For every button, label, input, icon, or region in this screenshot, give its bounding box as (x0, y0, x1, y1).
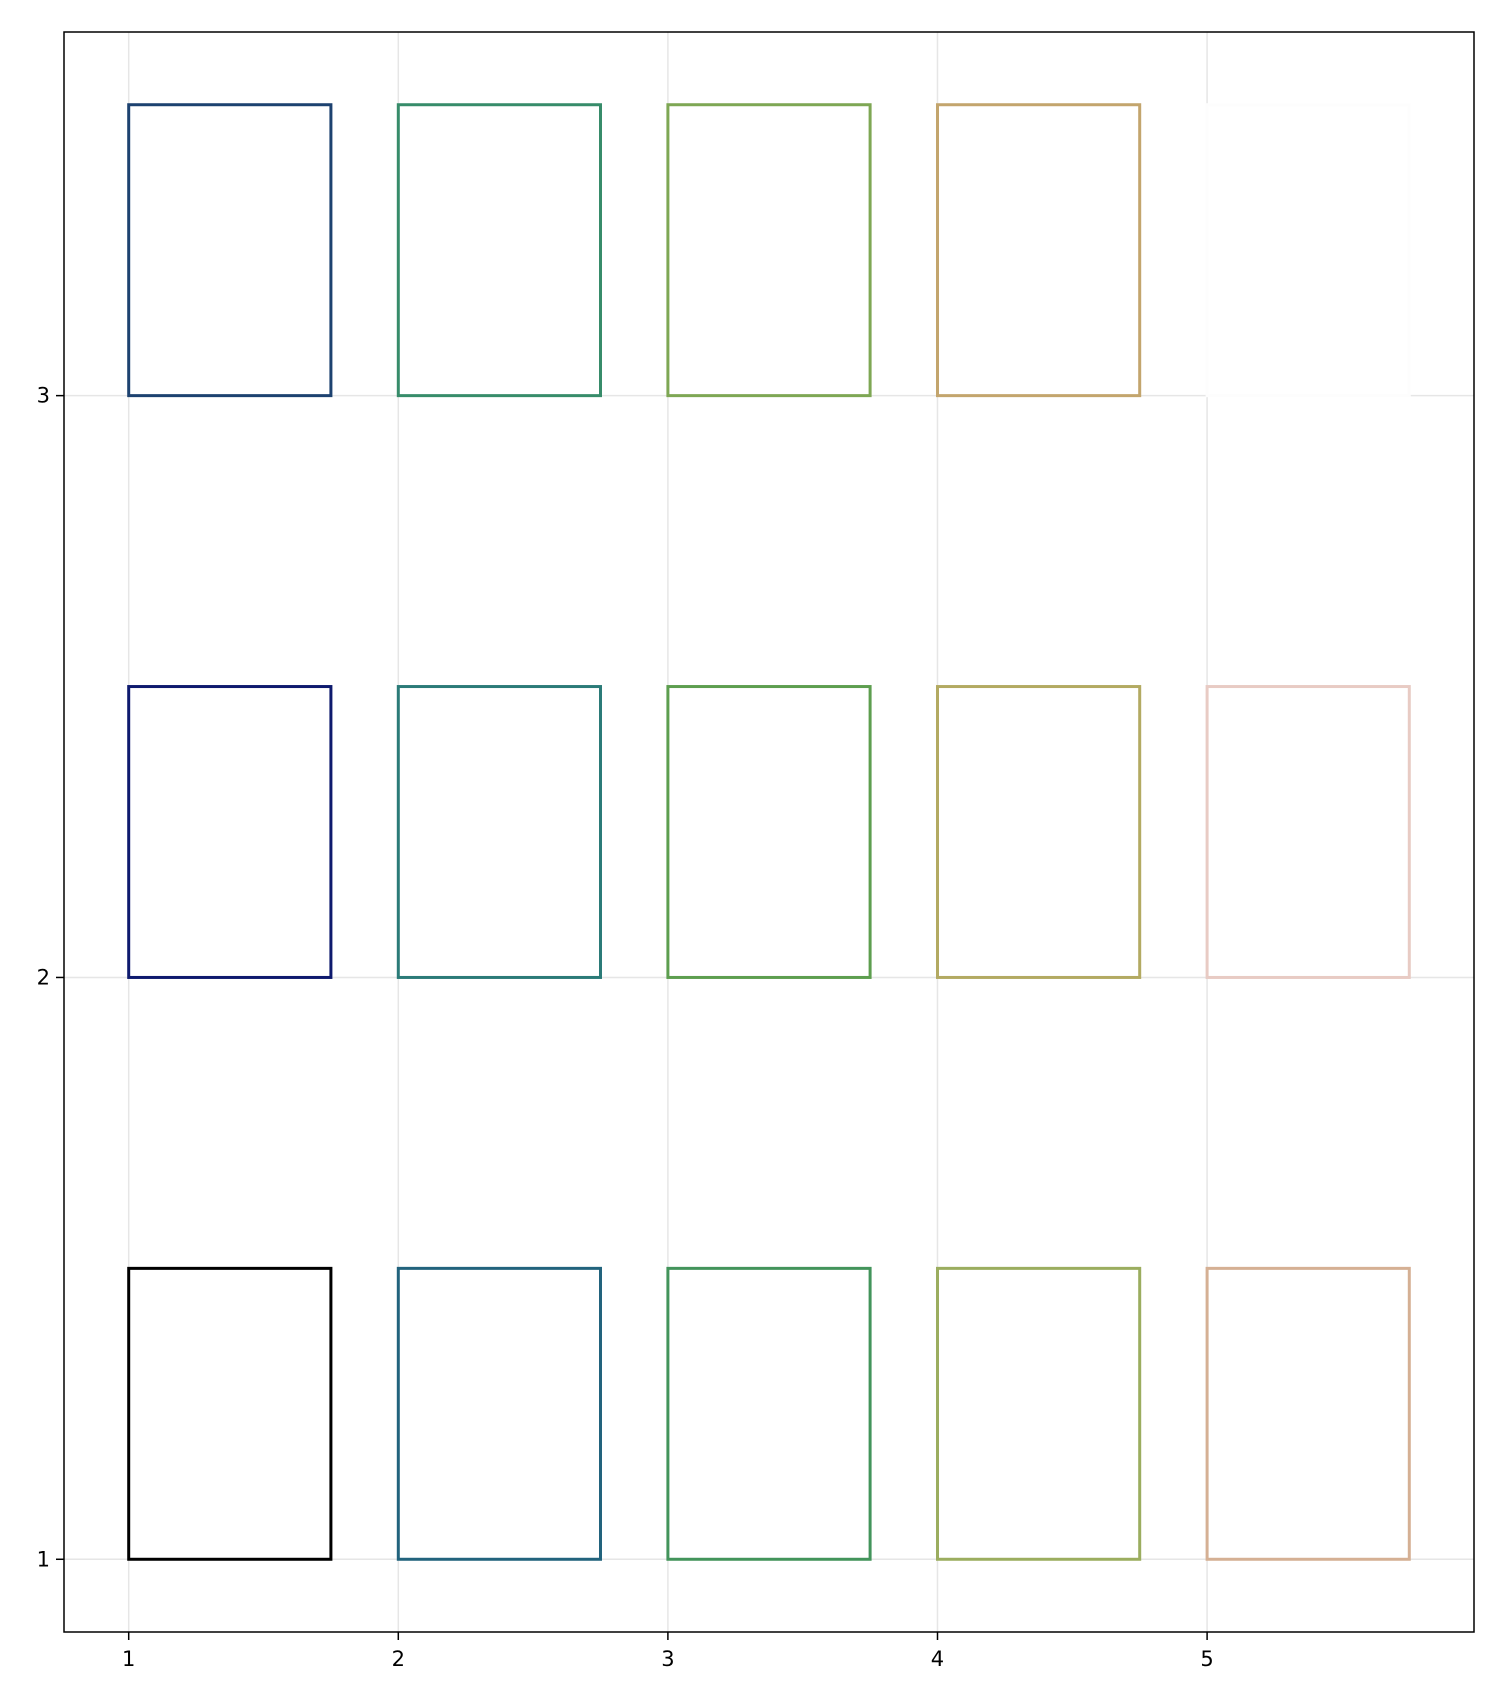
rect-outline (127, 1266, 333, 1561)
y-tick-label: 1 (37, 1547, 50, 1571)
x-tick-label: 1 (122, 1647, 135, 1671)
rect-outline (935, 103, 1142, 398)
rect-outline (666, 1266, 872, 1561)
x-tick-label: 4 (931, 1647, 944, 1671)
rect-outline (396, 103, 603, 398)
rect-outline (666, 103, 872, 398)
rect-grid-chart: 1 2 3 4 5 1 2 3 (37, 31, 1475, 1671)
rect-outline (127, 103, 333, 398)
y-tick-label: 2 (37, 965, 50, 989)
rect-outline (396, 1266, 603, 1561)
rect-outline (1205, 685, 1411, 979)
rect-outline (127, 685, 333, 979)
rect-outline (1205, 103, 1411, 398)
axis-ticks: 1 2 3 4 5 1 2 3 (37, 384, 1214, 1671)
rectangles (127, 103, 1411, 1561)
y-tick-label: 3 (37, 384, 50, 408)
rect-outline (935, 685, 1142, 979)
plot-frame (63, 31, 1475, 1633)
x-tick-label: 3 (661, 1647, 674, 1671)
rect-outline (396, 685, 603, 979)
rect-outline (1205, 1266, 1411, 1561)
x-tick-label: 2 (392, 1647, 405, 1671)
rect-outline (666, 685, 872, 979)
rect-outline (935, 1266, 1142, 1561)
x-tick-label: 5 (1200, 1647, 1213, 1671)
gridlines (64, 32, 1474, 1632)
